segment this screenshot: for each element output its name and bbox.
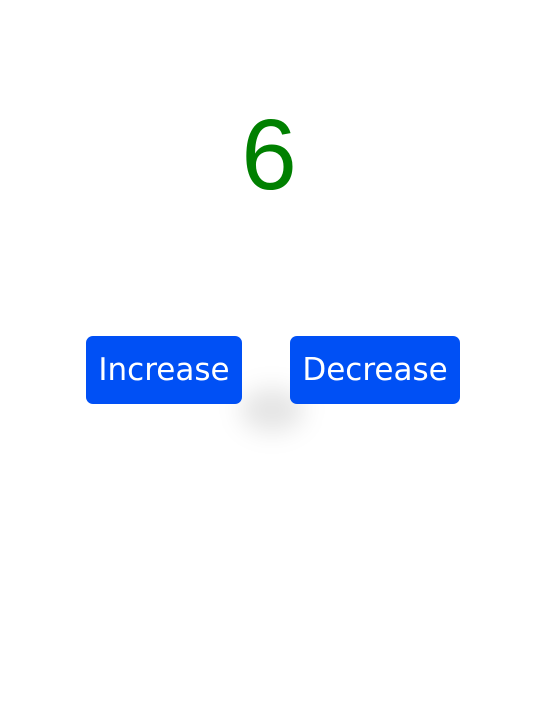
counter-value: 6 [241,99,297,211]
increase-button[interactable]: Increase [86,336,242,404]
decrease-button[interactable]: Decrease [290,336,460,404]
